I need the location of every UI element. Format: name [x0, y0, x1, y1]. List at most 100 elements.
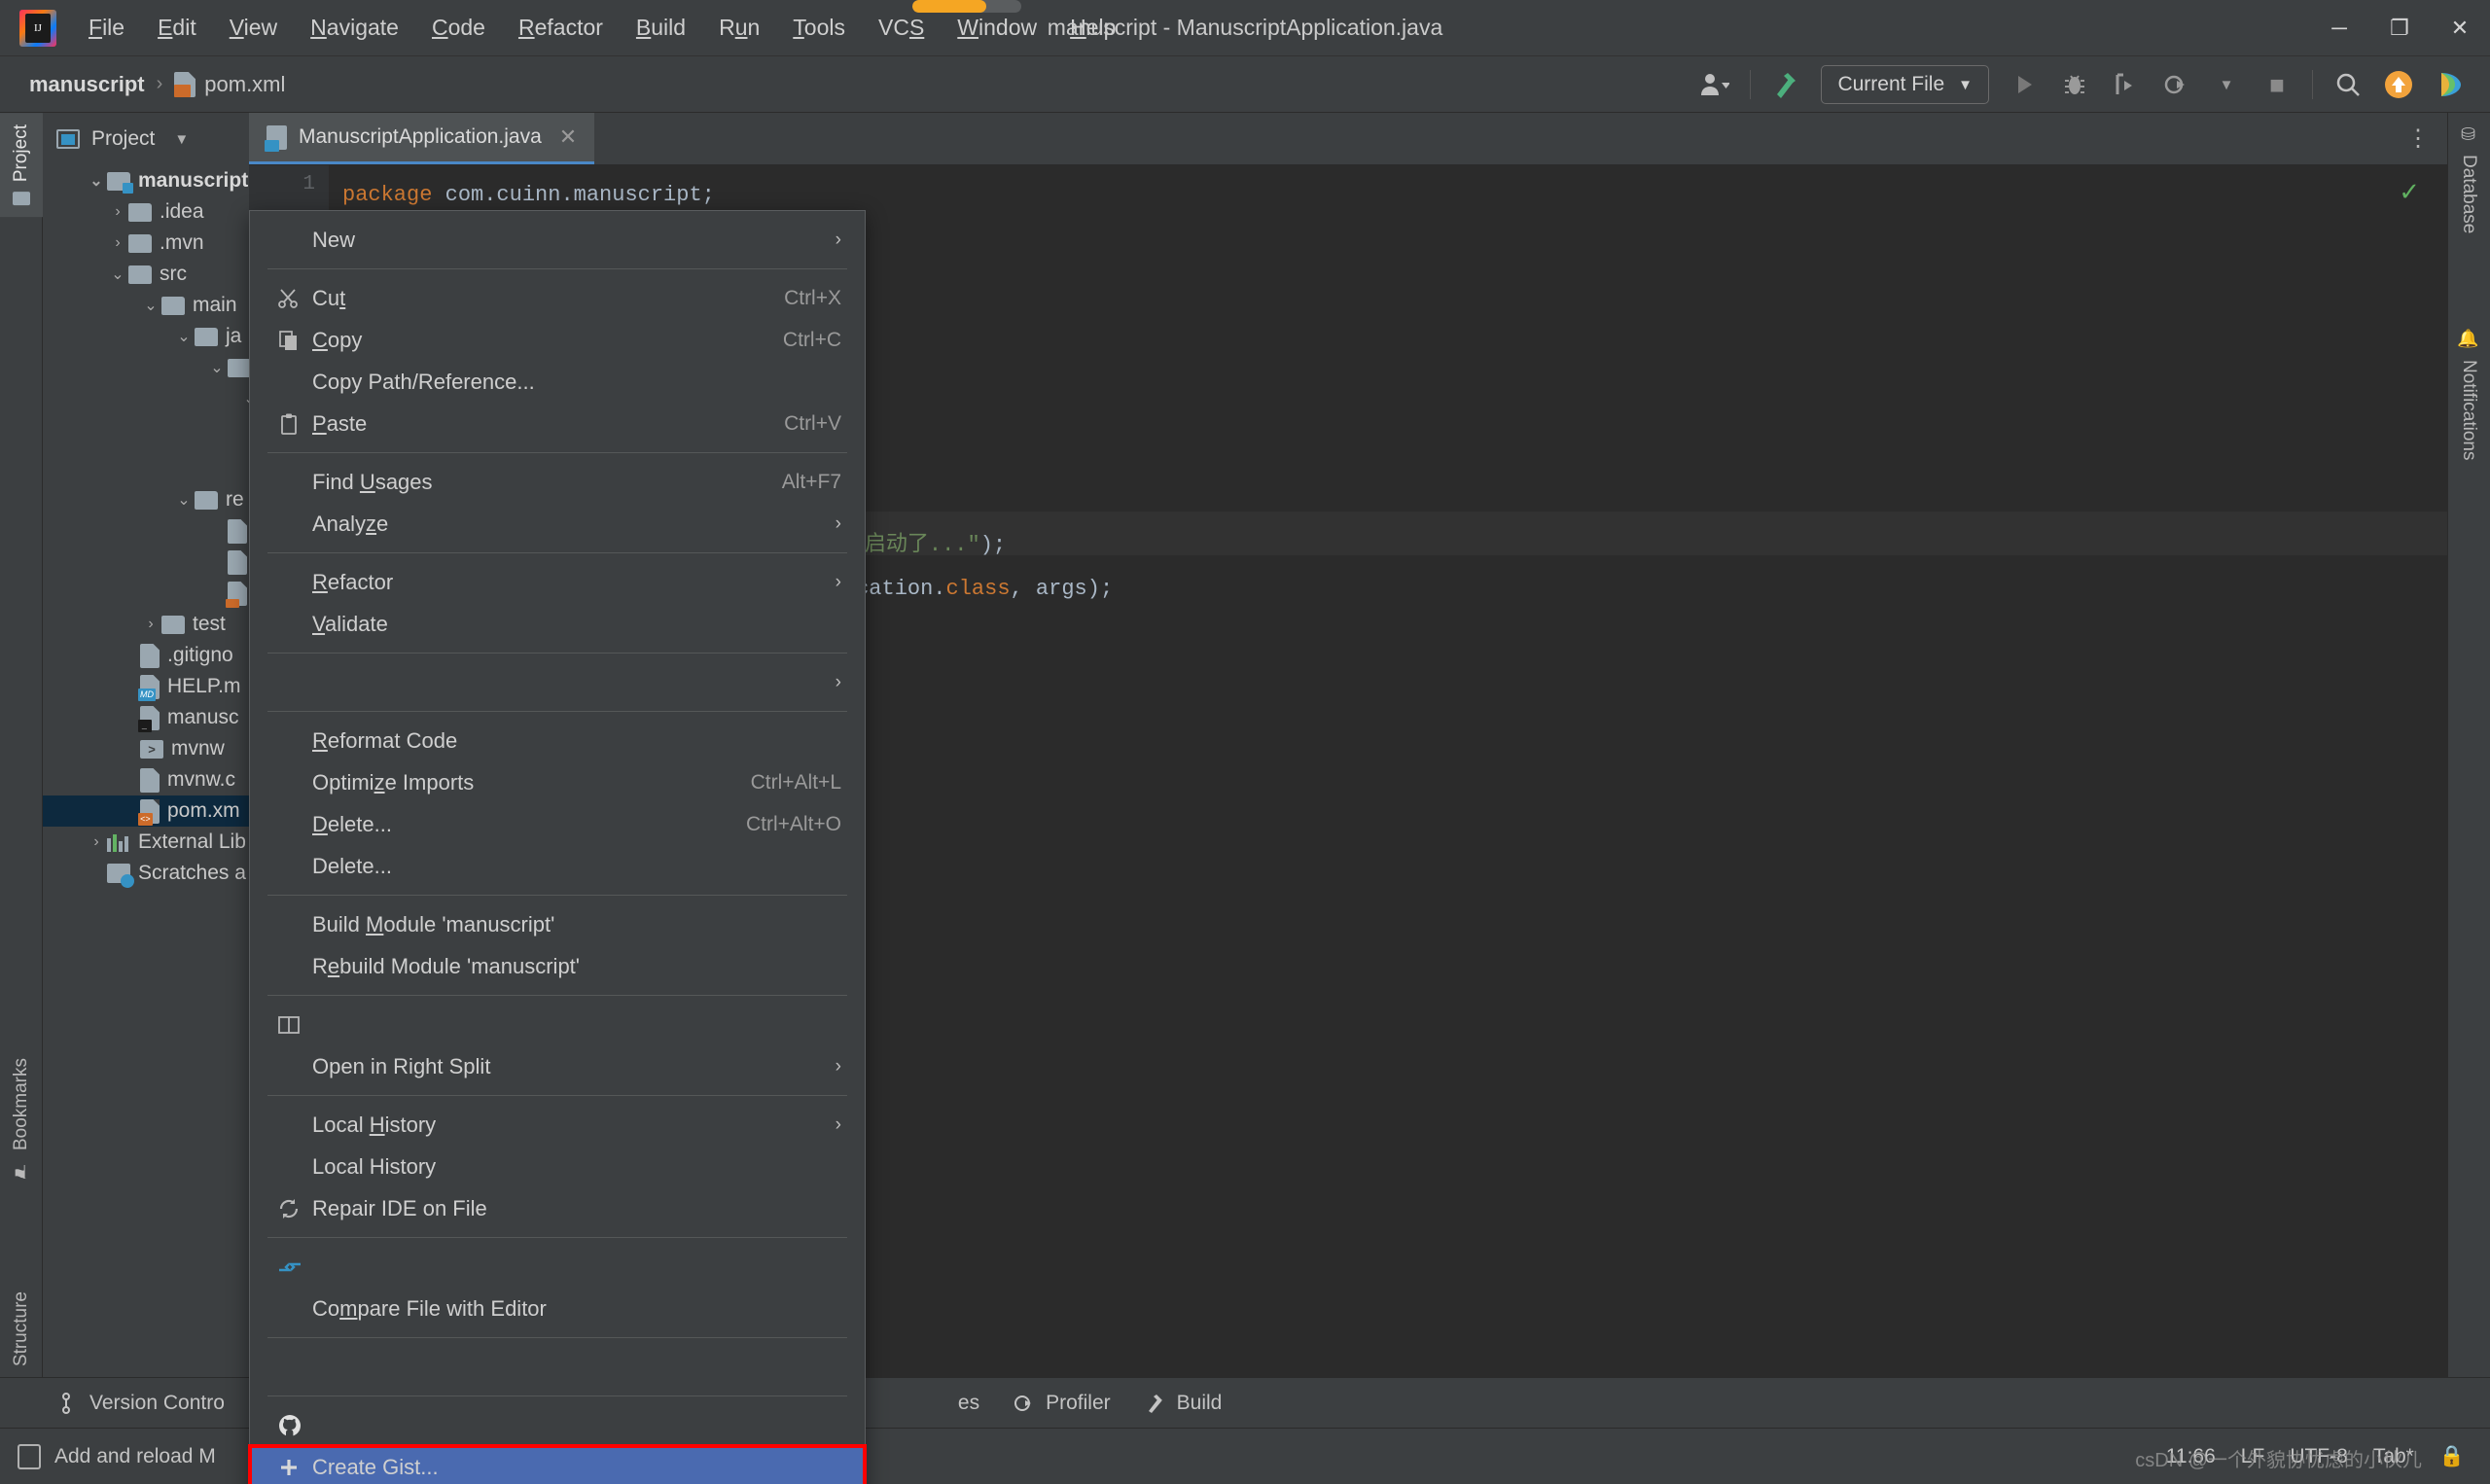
- lock-icon[interactable]: 🔒: [2439, 1445, 2465, 1468]
- tree-node-java[interactable]: ⌄ ja: [43, 321, 249, 352]
- run-configuration-selector[interactable]: Current File ▼: [1821, 65, 1989, 104]
- menu-item-compare-with[interactable]: [250, 1246, 865, 1288]
- chevron-down-icon[interactable]: ⌄: [173, 490, 195, 510]
- tree-node-test[interactable]: › test: [43, 609, 249, 640]
- bottom-tab-services[interactable]: es: [958, 1392, 979, 1415]
- update-arrow-icon[interactable]: [2373, 61, 2424, 108]
- tree-node-pkg[interactable]: ⌄: [43, 352, 249, 383]
- menu-item-reformat-code[interactable]: Reformat Code: [250, 720, 865, 761]
- editor-tab-manuscriptapplication[interactable]: ManuscriptApplication.java ✕: [249, 113, 594, 164]
- ide-feature-icon[interactable]: [2424, 61, 2474, 108]
- breadcrumb-project[interactable]: manuscript: [29, 72, 145, 97]
- chevron-down-icon[interactable]: ⌄: [140, 296, 161, 315]
- bottom-tab-version-control[interactable]: Version Contro: [60, 1392, 225, 1415]
- menu-item-new[interactable]: New ›: [250, 219, 865, 261]
- close-icon[interactable]: ✕: [559, 124, 577, 150]
- stop-button[interactable]: ■: [2252, 61, 2302, 108]
- minimize-button[interactable]: ─: [2309, 0, 2369, 56]
- tree-node-mvnw-cmd[interactable]: mvnw.c: [43, 764, 249, 795]
- tree-node-res-file-2[interactable]: [43, 547, 249, 578]
- chevron-right-icon[interactable]: ›: [140, 616, 161, 633]
- menu-item-delete[interactable]: Delete... Ctrl+Alt+O: [250, 803, 865, 845]
- menu-item-local-history[interactable]: Local History ›: [250, 1104, 865, 1146]
- chevron-right-icon[interactable]: ›: [86, 833, 107, 851]
- tree-node-src[interactable]: ⌄ src: [43, 259, 249, 290]
- menu-file[interactable]: File: [72, 9, 141, 47]
- sidebar-tab-project[interactable]: Project: [0, 113, 43, 217]
- tree-node-external-libraries[interactable]: › External Lib: [43, 827, 249, 858]
- menu-item-build-module[interactable]: Build Module 'manuscript': [250, 903, 865, 945]
- menu-vcs[interactable]: VCS: [862, 9, 941, 47]
- menu-window[interactable]: Window: [941, 9, 1053, 47]
- close-button[interactable]: ✕: [2430, 0, 2490, 56]
- menu-refactor[interactable]: Refactor: [502, 9, 620, 47]
- profiler-icon[interactable]: [2151, 61, 2201, 108]
- bottom-tab-profiler[interactable]: Profiler: [1013, 1392, 1111, 1415]
- menu-item-create-gist[interactable]: [250, 1404, 865, 1446]
- menu-item-analyze[interactable]: Analyze ›: [250, 503, 865, 545]
- menu-item-copy-path-reference[interactable]: Copy Path/Reference...: [250, 361, 865, 403]
- menu-item-compare-file-with-editor[interactable]: Compare File with Editor: [250, 1288, 865, 1329]
- menu-item-refactor[interactable]: Refactor ›: [250, 561, 865, 603]
- sidebar-tab-bookmarks[interactable]: ⚑ Bookmarks: [0, 1046, 43, 1193]
- tree-node-res-file-1[interactable]: [43, 515, 249, 547]
- menu-tools[interactable]: Tools: [776, 9, 862, 47]
- profiler-chevron-icon[interactable]: ▼: [2201, 61, 2252, 108]
- chevron-down-icon[interactable]: ⌄: [173, 327, 195, 346]
- menu-item-repair-ide-on-file[interactable]: Local History: [250, 1146, 865, 1187]
- menu-item-open-in[interactable]: Open in Right Split ›: [250, 1045, 865, 1087]
- debug-bug-icon[interactable]: [2049, 61, 2100, 108]
- tree-node-scratches[interactable]: Scratches a: [43, 858, 249, 889]
- sidebar-tab-database[interactable]: ⛁ Database: [2447, 113, 2490, 245]
- menu-run[interactable]: Run: [702, 9, 776, 47]
- tree-node-res-file-3[interactable]: [43, 578, 249, 609]
- maximize-button[interactable]: ❐: [2369, 0, 2430, 56]
- notification-icon[interactable]: [18, 1444, 41, 1469]
- menu-item-reload-from-disk[interactable]: Repair IDE on File: [250, 1187, 865, 1229]
- chevron-down-icon[interactable]: ⌄: [86, 171, 107, 191]
- tree-node-pom-xml[interactable]: <> pom.xm: [43, 795, 249, 827]
- chevron-down-icon[interactable]: ⌄: [239, 389, 249, 408]
- menu-item-rebuild-module[interactable]: Rebuild Module 'manuscript': [250, 945, 865, 987]
- tree-node-manuscript-iml[interactable]: _ manusc: [43, 702, 249, 733]
- breadcrumb-file[interactable]: pom.xml: [204, 72, 285, 97]
- tree-node-mvn[interactable]: › .mvn: [43, 228, 249, 259]
- menu-item-copy[interactable]: Copy Ctrl+C: [250, 319, 865, 361]
- menu-build[interactable]: Build: [620, 9, 702, 47]
- menu-help[interactable]: Help: [1053, 9, 1132, 47]
- line-separator[interactable]: LF: [2241, 1445, 2265, 1468]
- tree-node-pkg-sub[interactable]: ⌄: [43, 383, 249, 414]
- tree-node-idea[interactable]: › .idea: [43, 196, 249, 228]
- tree-node-mvnw[interactable]: > mvnw: [43, 733, 249, 764]
- account-icon[interactable]: [1690, 61, 1740, 108]
- menu-item-paste[interactable]: Paste Ctrl+V: [250, 403, 865, 444]
- menu-item-add-as-maven-project[interactable]: Create Gist...: [250, 1446, 865, 1484]
- menu-edit[interactable]: Edit: [141, 9, 213, 47]
- run-with-coverage-icon[interactable]: [2100, 61, 2151, 108]
- menu-item-open-in-right-split[interactable]: [250, 1004, 865, 1045]
- menu-item-find-usages[interactable]: Find Usages Alt+F7: [250, 461, 865, 503]
- menu-item-cut[interactable]: Cut Ctrl+X: [250, 277, 865, 319]
- tree-node-resources[interactable]: ⌄ re: [43, 484, 249, 515]
- menu-item-validate[interactable]: Validate: [250, 603, 865, 645]
- chevron-down-icon[interactable]: ▼: [174, 131, 189, 148]
- search-icon[interactable]: [2323, 61, 2373, 108]
- bottom-tab-build[interactable]: Build: [1144, 1392, 1223, 1415]
- menu-item-generate-xsd-schema[interactable]: [250, 1346, 865, 1388]
- menu-navigate[interactable]: Navigate: [294, 9, 415, 47]
- menu-view[interactable]: View: [213, 9, 294, 47]
- menu-item-bookmarks[interactable]: ›: [250, 661, 865, 703]
- chevron-right-icon[interactable]: ›: [107, 234, 128, 252]
- tree-node-help-md[interactable]: MD HELP.m: [43, 671, 249, 702]
- chevron-down-icon[interactable]: ⌄: [206, 358, 228, 377]
- sidebar-tab-notifications[interactable]: 🔔 Notifications: [2447, 317, 2490, 472]
- inspection-status-icon[interactable]: ✓: [2399, 177, 2420, 207]
- file-encoding[interactable]: UTF-8: [2290, 1445, 2348, 1468]
- menu-item-override-file-type[interactable]: Delete...: [250, 845, 865, 887]
- build-hammer-icon[interactable]: [1761, 61, 1811, 108]
- editor-options-icon[interactable]: ⋮: [2389, 113, 2447, 164]
- tree-node-manuscript[interactable]: ⌄ manuscript: [43, 165, 249, 196]
- run-button[interactable]: [1999, 61, 2049, 108]
- indent-setting[interactable]: Tab*: [2373, 1445, 2414, 1468]
- caret-position[interactable]: 11:66: [2166, 1445, 2216, 1468]
